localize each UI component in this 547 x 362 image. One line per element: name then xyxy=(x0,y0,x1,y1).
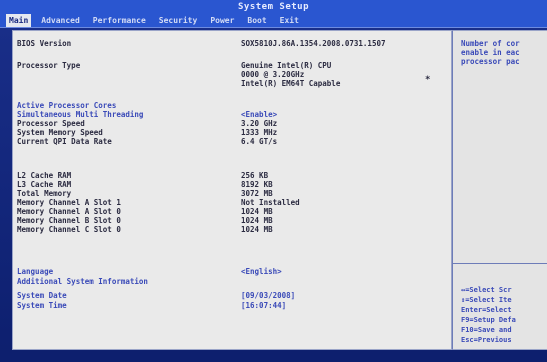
total-memory-label: Total Memory xyxy=(17,189,72,198)
slot-value: 1024 MB xyxy=(241,216,273,225)
processor-type-line3: Intel(R) EM64T Capable xyxy=(241,79,341,88)
system-date-label[interactable]: System Date xyxy=(17,291,67,300)
help-panel: Number of cor enable in eac processor pa… xyxy=(452,30,547,350)
tab-main[interactable]: Main xyxy=(6,14,32,27)
bios-screen: System Setup Main Advanced Performance S… xyxy=(0,0,547,362)
bios-version-value: SOX5810J.86A.1354.2008.0731.1507 xyxy=(241,39,386,48)
help-line: enable in eac xyxy=(461,48,520,57)
screen-bezel xyxy=(0,350,547,362)
slot-value: 1024 MB xyxy=(241,225,273,234)
processor-type-line2: 0000 @ 3.20GHz xyxy=(241,70,305,79)
window-title: System Setup xyxy=(0,0,547,14)
slot-label: Memory Channel A Slot 0 xyxy=(17,207,121,216)
slot-label: Memory Channel A Slot 1 xyxy=(17,198,121,207)
total-memory-value: 3072 MB xyxy=(241,189,273,198)
selection-star: * xyxy=(425,75,431,85)
key-hint: Enter=Select xyxy=(461,306,512,314)
slot-label: Memory Channel C Slot 0 xyxy=(17,225,121,234)
processor-speed-label: Processor Speed xyxy=(17,119,85,128)
slot-label: Memory Channel B Slot 0 xyxy=(17,216,121,225)
tab-exit[interactable]: Exit xyxy=(277,14,302,27)
language-value[interactable]: <English> xyxy=(241,267,282,276)
key-hint: ↔=Select Scr xyxy=(461,286,512,294)
tab-security[interactable]: Security xyxy=(156,14,201,27)
memory-speed-value: 1333 MHz xyxy=(241,128,278,137)
processor-type-label: Processor Type xyxy=(17,61,81,70)
system-date-value[interactable]: [09/03/2008] xyxy=(241,291,295,300)
main-panel: BIOS Version SOX5810J.86A.1354.2008.0731… xyxy=(12,30,452,350)
qpi-label: Current QPI Data Rate xyxy=(17,137,112,146)
slot-value: Not Installed xyxy=(241,198,300,207)
tab-advanced[interactable]: Advanced xyxy=(38,14,83,27)
l2-cache-value: 256 KB xyxy=(241,171,269,180)
system-time-label[interactable]: System Time xyxy=(17,301,67,310)
qpi-value: 6.4 GT/s xyxy=(241,137,278,146)
l2-cache-label: L2 Cache RAM xyxy=(17,171,72,180)
help-line: Number of cor xyxy=(461,39,520,48)
tab-performance[interactable]: Performance xyxy=(90,14,149,27)
smt-value[interactable]: <Enable> xyxy=(241,110,277,119)
processor-speed-value: 3.20 GHz xyxy=(241,119,278,128)
tab-power[interactable]: Power xyxy=(207,14,237,27)
slot-value: 1024 MB xyxy=(241,207,273,216)
smt-label[interactable]: Simultaneous Multi Threading xyxy=(17,110,143,119)
processor-type-line1: Genuine Intel(R) CPU xyxy=(241,61,332,70)
l3-cache-value: 8192 KB xyxy=(241,180,273,189)
key-hint: F10=Save and xyxy=(461,326,512,334)
l3-cache-label: L3 Cache RAM xyxy=(17,180,72,189)
key-hint: F9=Setup Defa xyxy=(461,316,516,324)
bios-version-label: BIOS Version xyxy=(17,39,72,48)
system-time-value[interactable]: [16:07:44] xyxy=(241,301,286,310)
help-divider xyxy=(453,263,547,264)
menu-bar: Main Advanced Performance Security Power… xyxy=(0,14,547,28)
active-cores-label[interactable]: Active Processor Cores xyxy=(17,101,116,110)
tab-boot[interactable]: Boot xyxy=(244,14,269,27)
additional-info-link[interactable]: Additional System Information xyxy=(17,277,148,286)
key-hint: ↕=Select Ite xyxy=(461,296,512,304)
key-hint: Esc=Previous xyxy=(461,336,512,344)
help-line: processor pac xyxy=(461,57,520,66)
language-label[interactable]: Language xyxy=(17,267,53,276)
memory-speed-label: System Memory Speed xyxy=(17,128,103,137)
